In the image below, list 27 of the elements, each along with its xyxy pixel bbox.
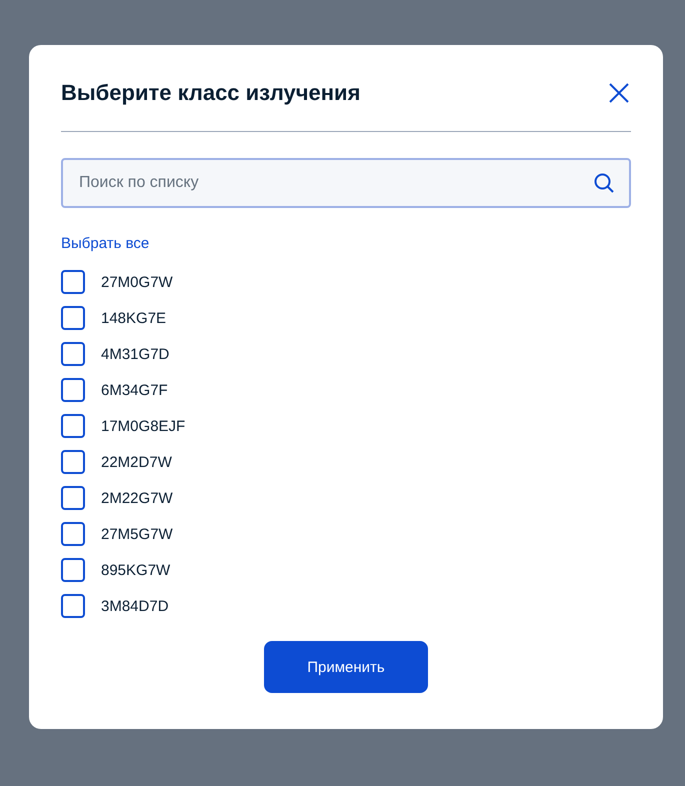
checkbox[interactable]	[61, 486, 85, 510]
checkbox[interactable]	[61, 342, 85, 366]
checkbox[interactable]	[61, 378, 85, 402]
option-label: 3M84D7D	[101, 598, 169, 614]
apply-button[interactable]: Применить	[264, 641, 428, 693]
checkbox[interactable]	[61, 594, 85, 618]
option-label: 27M0G7W	[101, 274, 173, 290]
option-label: 27M5G7W	[101, 526, 173, 542]
option-label: 22M2D7W	[101, 454, 172, 470]
search-icon	[594, 173, 614, 193]
checkbox[interactable]	[61, 414, 85, 438]
select-all-link[interactable]: Выбрать все	[61, 235, 150, 252]
checkbox[interactable]	[61, 306, 85, 330]
option-label: 17M0G8EJF	[101, 418, 186, 434]
option-label: 148KG7E	[101, 310, 166, 326]
close-button[interactable]	[607, 81, 631, 105]
close-icon	[609, 83, 629, 103]
checkbox[interactable]	[61, 450, 85, 474]
option-label: 895KG7W	[101, 562, 170, 578]
option-label: 4M31G7D	[101, 346, 170, 362]
option-label: 6M34G7F	[101, 382, 168, 398]
checkbox[interactable]	[61, 522, 85, 546]
checkbox[interactable]	[61, 558, 85, 582]
dialog-title: Выберите класс излучения	[61, 80, 360, 106]
option-label: 2M22G7W	[101, 490, 173, 506]
search-field[interactable]: Поиск по списку	[61, 158, 631, 208]
checkbox[interactable]	[61, 270, 85, 294]
